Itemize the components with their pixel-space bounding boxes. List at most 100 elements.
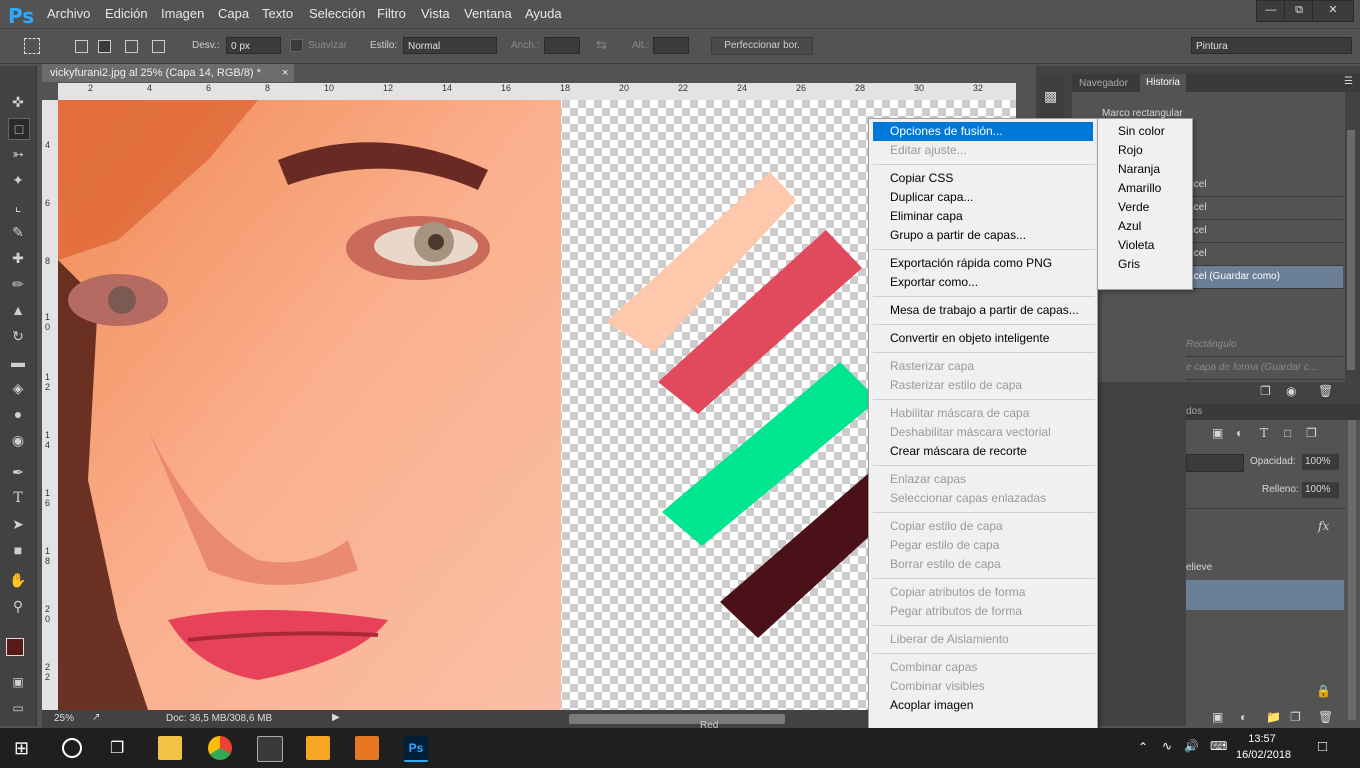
stamp-tool-icon[interactable]: ▲: [8, 300, 28, 320]
crop-tool-icon[interactable]: ⌞: [8, 196, 28, 216]
swap-dimensions-icon[interactable]: ⇆: [596, 37, 607, 53]
history-item-4[interactable]: incel: [1186, 243, 1343, 266]
eraser-tool-icon[interactable]: ▬: [8, 352, 28, 372]
media-player-icon[interactable]: [355, 736, 379, 760]
search-icon[interactable]: [62, 738, 82, 758]
notifications-icon[interactable]: □: [1318, 738, 1327, 755]
history-item-2[interactable]: incel: [1186, 197, 1343, 220]
color-rojo[interactable]: Rojo: [1118, 141, 1143, 160]
clock-date[interactable]: 16/02/2018: [1236, 749, 1291, 761]
menu-archivo[interactable]: Archivo: [47, 6, 90, 21]
rect-marquee-tool-icon[interactable]: □: [8, 118, 30, 140]
color-sin-color[interactable]: Sin color: [1118, 122, 1165, 141]
add-selection-icon[interactable]: [98, 40, 111, 53]
trash-icon[interactable]: 🗑: [1318, 384, 1333, 398]
menu-mesa-trabajo[interactable]: Mesa de trabajo a partir de capas...: [873, 301, 1093, 320]
pen-tool-icon[interactable]: ✒: [8, 462, 28, 482]
color-amarillo[interactable]: Amarillo: [1118, 179, 1161, 198]
history-item-3[interactable]: incel: [1186, 220, 1343, 243]
share-icon[interactable]: ↗: [92, 712, 100, 723]
menu-ventana[interactable]: Ventana: [464, 6, 512, 21]
eyedropper-tool-icon[interactable]: ✎: [8, 222, 28, 242]
snapshot-icon[interactable]: ◉: [1286, 384, 1296, 398]
menu-copiar-css[interactable]: Copiar CSS: [873, 169, 1093, 188]
color-azul[interactable]: Azul: [1118, 217, 1141, 236]
blur-tool-icon[interactable]: ●: [8, 404, 28, 424]
layers-scrollbar[interactable]: [1348, 420, 1356, 720]
tab-navegador[interactable]: Navegador: [1079, 78, 1128, 89]
shape-filter-icon[interactable]: □: [1284, 426, 1291, 440]
group-folder-icon[interactable]: 📁: [1266, 710, 1281, 724]
clock-time[interactable]: 13:57: [1236, 733, 1288, 745]
history-item-6[interactable]: Rectángulo: [1186, 334, 1343, 357]
tab-historia[interactable]: Historia: [1140, 74, 1186, 92]
menu-seleccion[interactable]: Selección: [309, 6, 365, 21]
effect-relieve[interactable]: elieve: [1186, 562, 1212, 573]
status-menu-arrow-icon[interactable]: ▶: [332, 712, 340, 723]
menu-texto[interactable]: Texto: [262, 6, 293, 21]
menu-edicion[interactable]: Edición: [105, 6, 148, 21]
color-verde[interactable]: Verde: [1118, 198, 1149, 217]
menu-exportacion-rapida[interactable]: Exportación rápida como PNG: [873, 254, 1093, 273]
adjustment-layer-icon[interactable]: ◐: [1240, 710, 1247, 724]
adjustment-filter-icon[interactable]: ◐: [1236, 426, 1243, 440]
menu-capa[interactable]: Capa: [218, 6, 249, 21]
close-tab-icon[interactable]: ×: [282, 64, 288, 82]
quick-mask-icon[interactable]: ▣: [8, 672, 28, 692]
photoshop-taskbar-icon[interactable]: Ps: [404, 736, 428, 762]
path-select-tool-icon[interactable]: ➤: [8, 514, 28, 534]
antialias-checkbox[interactable]: [290, 39, 303, 52]
new-layer-icon[interactable]: ❐: [1290, 710, 1301, 724]
new-selection-icon[interactable]: [75, 40, 88, 53]
marquee-preset-icon[interactable]: [24, 38, 40, 54]
color-naranja[interactable]: Naranja: [1118, 160, 1160, 179]
menu-eliminar-capa[interactable]: Eliminar capa: [873, 207, 1093, 226]
history-item-7[interactable]: e capa de forma (Guardar c...: [1186, 357, 1343, 380]
show-hidden-icons-icon[interactable]: ⌃: [1138, 740, 1148, 754]
magic-wand-tool-icon[interactable]: ✦: [8, 170, 28, 190]
tab-trazados[interactable]: dos: [1186, 406, 1202, 417]
menu-imagen[interactable]: Imagen: [161, 6, 204, 21]
task-view-icon[interactable]: ❐: [110, 738, 124, 758]
history-item-5[interactable]: incel (Guardar como): [1186, 266, 1343, 289]
width-input[interactable]: [544, 37, 580, 54]
brush-tool-icon[interactable]: ✏: [8, 274, 28, 294]
type-filter-icon[interactable]: T: [1260, 426, 1268, 440]
color-violeta[interactable]: Violeta: [1118, 236, 1154, 255]
horizontal-scrollbar[interactable]: [569, 714, 785, 724]
color-gris[interactable]: Gris: [1118, 255, 1140, 274]
selected-layer-row[interactable]: [1186, 580, 1344, 610]
bucket-tool-icon[interactable]: ◈: [8, 378, 28, 398]
volume-icon[interactable]: 🔊: [1184, 739, 1199, 753]
move-tool-icon[interactable]: ✜: [8, 92, 28, 112]
menu-crear-mascara-recorte[interactable]: Crear máscara de recorte: [873, 442, 1093, 461]
opacity-input[interactable]: 100%: [1302, 454, 1339, 470]
menu-ayuda[interactable]: Ayuda: [525, 6, 562, 21]
history-brush-tool-icon[interactable]: ↻: [8, 326, 28, 346]
chrome-icon[interactable]: [208, 736, 232, 760]
menu-filtro[interactable]: Filtro: [377, 6, 406, 21]
calculator-icon[interactable]: [257, 736, 283, 762]
rectangle-tool-icon[interactable]: ■: [8, 540, 28, 560]
menu-exportar-como[interactable]: Exportar como...: [873, 273, 1093, 292]
zoom-level[interactable]: 25%: [54, 713, 74, 724]
fill-input[interactable]: 100%: [1302, 482, 1339, 498]
new-document-icon[interactable]: ❐: [1260, 384, 1271, 398]
windows-start-icon[interactable]: ⊞: [14, 738, 29, 759]
history-item-1[interactable]: incel: [1186, 174, 1343, 197]
menu-acoplar-imagen[interactable]: Acoplar imagen: [873, 696, 1093, 715]
foreground-color-swatch[interactable]: [6, 638, 24, 656]
subtract-selection-icon[interactable]: [125, 40, 138, 53]
height-input[interactable]: [653, 37, 689, 54]
restore-button[interactable]: ⧉: [1284, 0, 1314, 22]
style-select[interactable]: Normal: [403, 37, 497, 54]
intersect-selection-icon[interactable]: [152, 40, 165, 53]
menu-opciones-fusion[interactable]: Opciones de fusión...: [873, 122, 1093, 141]
history-scrollbar[interactable]: [1347, 130, 1355, 370]
close-window-button[interactable]: ✕: [1312, 0, 1354, 22]
network-icon[interactable]: ∿: [1162, 739, 1172, 753]
menu-grupo-capas[interactable]: Grupo a partir de capas...: [873, 226, 1093, 245]
refine-edge-button[interactable]: Perfeccionar bor.: [711, 37, 813, 55]
fx-icon[interactable]: fx: [1318, 519, 1329, 533]
zoom-tool-icon[interactable]: ⚲: [8, 596, 28, 616]
